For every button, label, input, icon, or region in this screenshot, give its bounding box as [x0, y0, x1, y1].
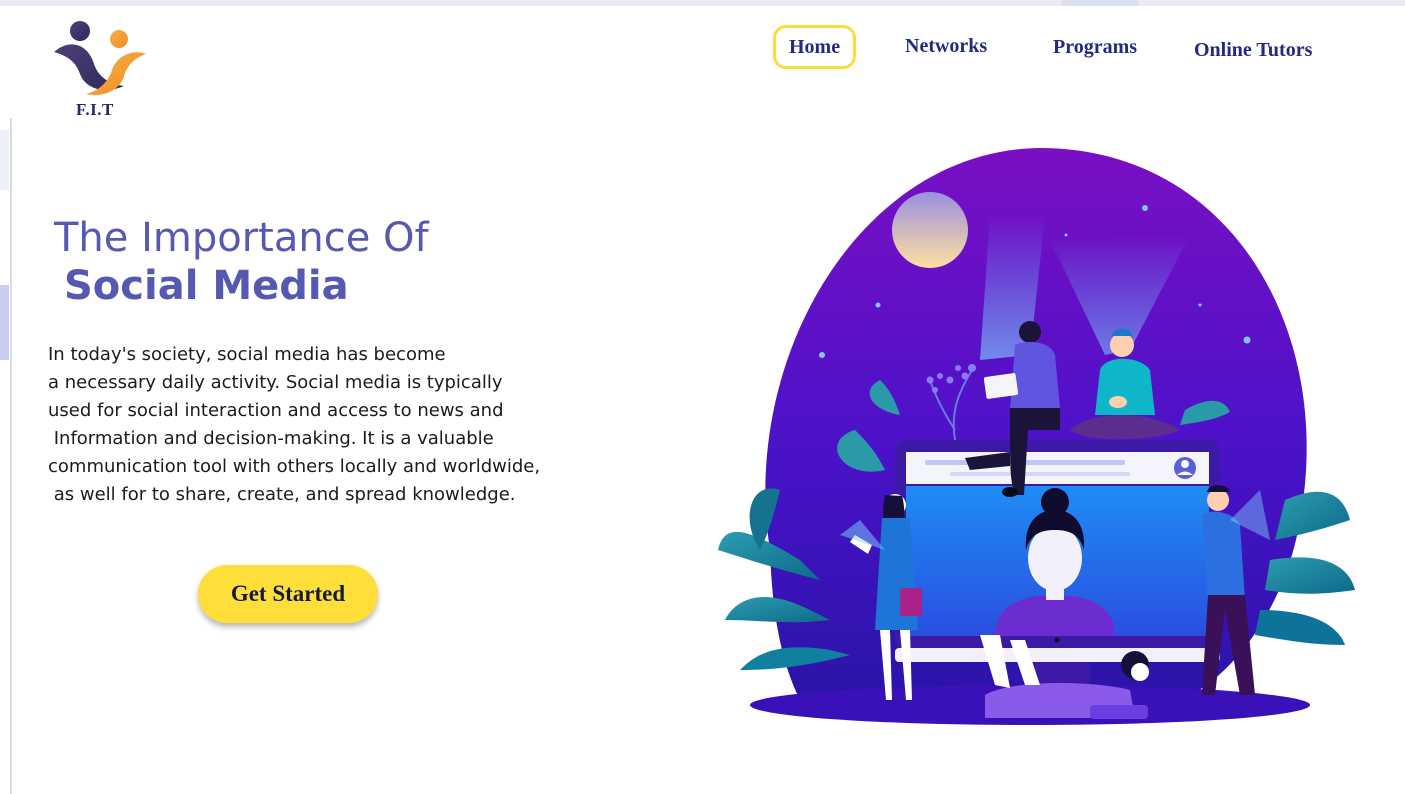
nav-networks[interactable]: Networks [905, 35, 987, 58]
page-left-border [10, 118, 12, 794]
hero-description: In today's society, social media has bec… [48, 344, 541, 505]
hero-title: The Importance Of Social Media [54, 214, 429, 310]
hero-title-line2: Social Media [64, 263, 349, 309]
logo-text: F.I.T [76, 100, 114, 119]
social-media-illustration [718, 148, 1355, 725]
main-nav: Home Networks Programs Online Tutors [0, 25, 1405, 70]
nav-programs[interactable]: Programs [1053, 36, 1137, 59]
browser-frame-accent [1062, 0, 1138, 6]
nav-home[interactable]: Home [773, 25, 857, 69]
hero-title-line1: The Importance Of [54, 215, 429, 261]
left-edge-tab [0, 285, 9, 360]
monitor [895, 440, 1220, 692]
browser-frame-top [0, 0, 1405, 6]
nav-online-tutors[interactable]: Online Tutors [1194, 39, 1312, 62]
get-started-button[interactable]: Get Started [198, 565, 378, 623]
left-edge-tab [0, 130, 9, 190]
moon-icon [892, 192, 968, 268]
